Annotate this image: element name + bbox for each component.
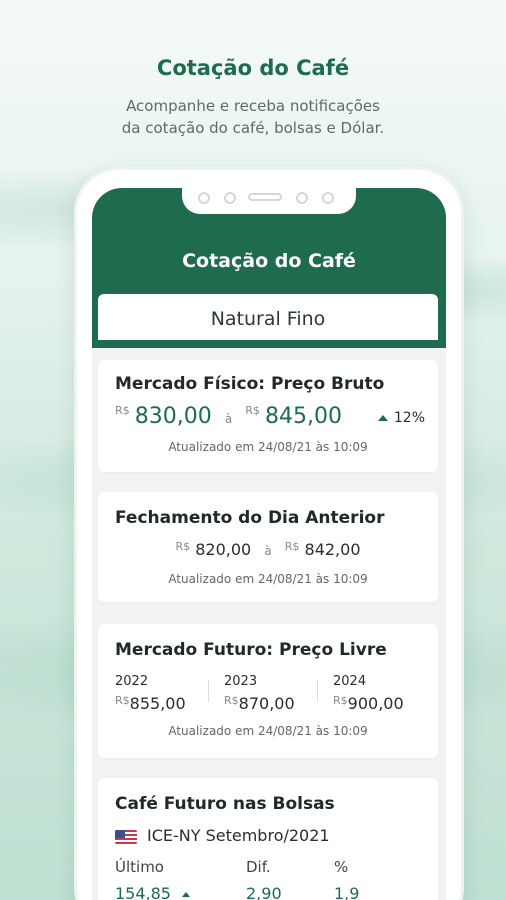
currency-label: R$ [224,694,239,707]
range-separator: à [224,412,233,426]
pct-value: 1,9 [334,884,360,900]
sensor-dot-icon [322,192,334,204]
price-max: 845,00 [265,404,343,429]
price-max: 842,00 [304,540,361,559]
hero-subtitle-line2: da cotação do café, bolsas e Dólar. [121,119,385,137]
year-price: R$855,00 [115,694,186,713]
app-screen: Cotação do Café Natural Fino Mercado Fís… [92,188,446,900]
card-title: Mercado Físico: Preço Bruto [115,374,385,394]
phone-notch [182,188,356,214]
card-title: Café Futuro nas Bolsas [115,794,335,814]
currency-label: R$ [333,694,348,707]
updated-timestamp: Atualizado em 24/08/21 às 10:09 [168,724,368,738]
col-header-pct: % [334,858,349,876]
year-value: 855,00 [129,694,186,713]
card-mercado-fisico[interactable]: Mercado Físico: Preço Bruto R$ 830,00 à … [98,360,438,472]
change-indicator: 12% [377,410,425,426]
year-price: R$900,00 [333,694,404,713]
us-flag-icon [115,829,137,844]
year-price: R$870,00 [224,694,295,713]
last-value-text: 154,85 [115,884,171,900]
change-value: 12% [393,410,425,426]
year-label: 2024 [333,674,367,689]
updated-timestamp: Atualizado em 24/08/21 às 10:09 [168,572,368,586]
diff-value: 2,90 [246,884,282,900]
currency-label: R$ [115,404,130,417]
divider [208,680,209,702]
hero-subtitle: Acompanhe e receba notificações da cotaç… [0,95,506,139]
exchange-name: ICE-NY Setembro/2021 [147,826,330,845]
year-label: 2023 [224,674,258,689]
sensor-dot-icon [224,192,236,204]
col-header-last: Último [115,858,164,876]
hero-subtitle-line1: Acompanhe e receba notificações [126,97,380,115]
updated-timestamp: Atualizado em 24/08/21 às 10:09 [168,440,368,454]
card-bolsas[interactable]: Café Futuro nas Bolsas ICE-NY Setembro/2… [98,778,438,900]
currency-label: R$ [245,404,260,417]
year-label: 2022 [115,674,149,689]
card-title: Mercado Futuro: Preço Livre [115,640,387,660]
exchange-row: ICE-NY Setembro/2021 [115,826,330,845]
price-range: R$ 820,00 à R$ 842,00 [98,540,438,559]
card-fechamento[interactable]: Fechamento do Dia Anterior R$ 820,00 à R… [98,492,438,602]
range-separator: à [264,544,272,558]
up-arrow-icon [377,415,388,421]
camera-icon [296,192,308,204]
currency-label: R$ [115,694,130,707]
divider [317,680,318,702]
phone-frame: Cotação do Café Natural Fino Mercado Fís… [77,170,461,900]
card-mercado-futuro[interactable]: Mercado Futuro: Preço Livre 2022 R$855,0… [98,624,438,758]
tab-natural-fino[interactable]: Natural Fino [98,294,438,340]
app-title: Cotação do Café [182,250,356,272]
speaker-icon [248,193,282,201]
year-value: 900,00 [347,694,404,713]
price-min: 820,00 [195,540,252,559]
up-arrow-icon [182,892,191,897]
last-value: 154,85 [115,884,196,900]
hero-title: Cotação do Café [156,56,350,80]
currency-label: R$ [284,540,300,553]
col-header-diff: Dif. [246,858,271,876]
year-value: 870,00 [238,694,295,713]
price-range: R$ 830,00 à R$ 845,00 12% [115,404,425,429]
currency-label: R$ [175,540,191,553]
price-min: 830,00 [134,404,212,429]
sensor-dot-icon [198,192,210,204]
card-title: Fechamento do Dia Anterior [115,508,385,528]
